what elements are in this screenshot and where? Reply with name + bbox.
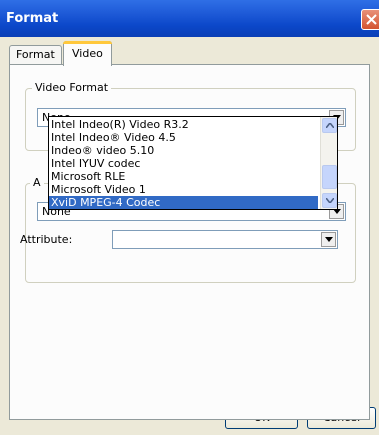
dialog-body: Format Video Video Format None A None At… bbox=[0, 37, 379, 435]
attribute-combo[interactable] bbox=[112, 230, 338, 249]
scroll-thumb[interactable] bbox=[322, 165, 337, 189]
list-item-selected[interactable]: XviD MPEG-4 Codec bbox=[49, 196, 318, 209]
tab-video-label: Video bbox=[72, 47, 103, 60]
list-item[interactable]: Intel IYUV codec bbox=[49, 157, 318, 170]
list-item[interactable]: Intel Indeo(R) Video R3.2 bbox=[49, 118, 318, 131]
video-format-legend: Video Format bbox=[32, 81, 112, 94]
close-icon bbox=[366, 14, 377, 25]
tab-format-label: Format bbox=[16, 48, 55, 61]
scroll-down-button[interactable] bbox=[322, 193, 337, 208]
list-item[interactable]: Microsoft RLE bbox=[49, 170, 318, 183]
chevron-down-icon bbox=[326, 198, 334, 203]
tab-video[interactable]: Video bbox=[63, 41, 112, 66]
chevron-down-icon bbox=[325, 237, 333, 242]
attribute-group-legend: A bbox=[30, 176, 44, 189]
list-item[interactable]: Intel Indeo® Video 4.5 bbox=[49, 131, 318, 144]
chevron-up-icon bbox=[326, 123, 334, 128]
window-title: Format bbox=[6, 11, 59, 26]
scroll-up-button[interactable] bbox=[322, 118, 337, 133]
list-item[interactable]: Microsoft Video 1 bbox=[49, 183, 318, 196]
attribute-label: Attribute: bbox=[20, 233, 73, 246]
dropdown-scrollbar[interactable] bbox=[320, 117, 337, 209]
attribute-dropdown-button[interactable] bbox=[321, 232, 336, 247]
tab-format[interactable]: Format bbox=[9, 45, 62, 64]
close-button[interactable] bbox=[361, 9, 379, 30]
title-bar: Format bbox=[0, 0, 379, 37]
list-item[interactable]: Indeo® video 5.10 bbox=[49, 144, 318, 157]
video-format-dropdown-list[interactable]: Intel Indeo(R) Video R3.2 Intel Indeo® V… bbox=[48, 116, 338, 210]
